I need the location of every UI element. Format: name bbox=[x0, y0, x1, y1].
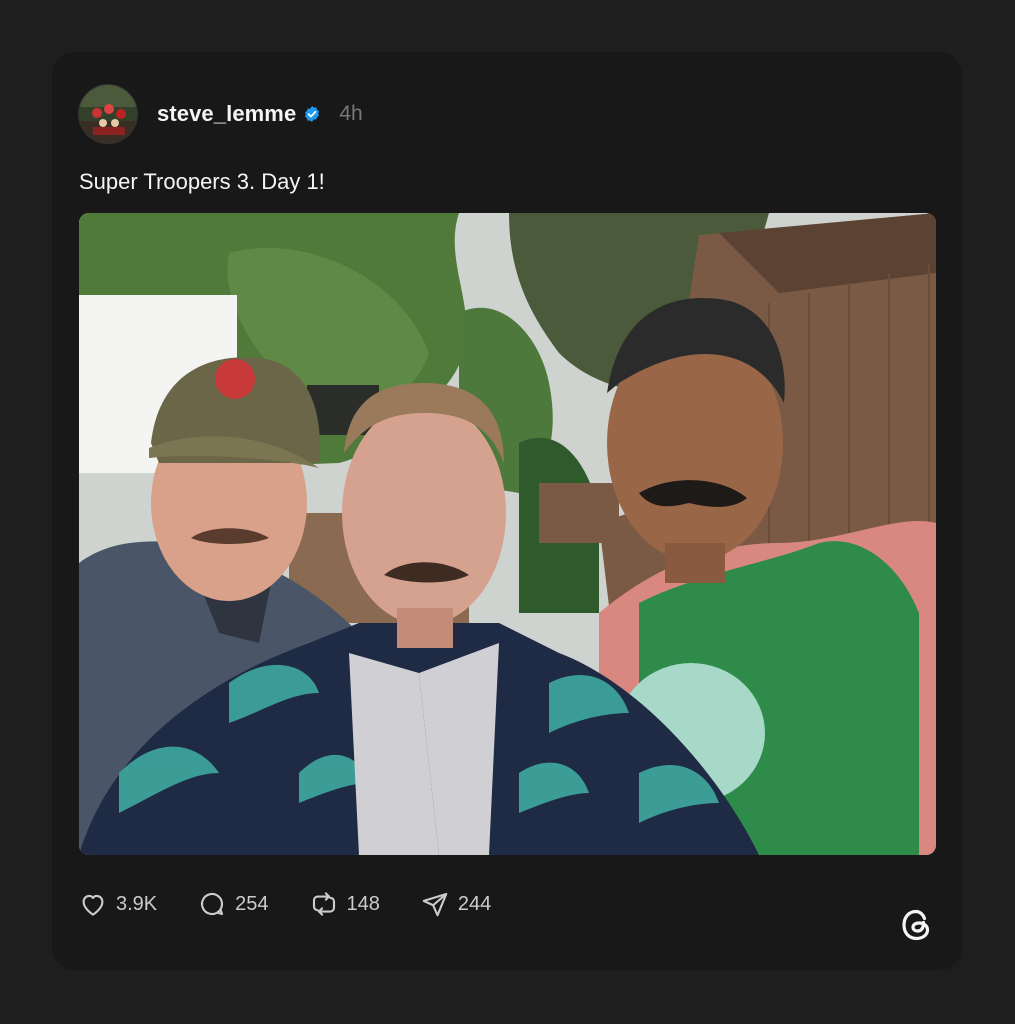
post-timestamp: 4h bbox=[339, 102, 363, 125]
like-count: 3.9K bbox=[116, 892, 158, 915]
repost-arrows-icon bbox=[312, 892, 335, 916]
repost-count: 148 bbox=[346, 892, 380, 915]
post-caption: Super Troopers 3. Day 1! bbox=[79, 169, 325, 194]
share-count: 244 bbox=[457, 892, 492, 915]
post-card: steve_lemme 4h Super Troopers 3. Day 1! bbox=[52, 52, 962, 970]
post-photo[interactable] bbox=[79, 213, 936, 855]
speech-bubble-icon bbox=[201, 893, 224, 916]
page: steve_lemme 4h Super Troopers 3. Day 1! bbox=[0, 0, 1015, 1024]
repost-button[interactable]: 148 bbox=[309, 889, 380, 919]
post-actions: 3.9K 254 148 244 bbox=[78, 888, 531, 920]
reply-button[interactable]: 254 bbox=[197, 889, 269, 919]
username[interactable]: steve_lemme bbox=[157, 101, 296, 127]
heart-icon bbox=[82, 894, 104, 916]
share-button[interactable]: 244 bbox=[420, 889, 491, 919]
post-header: steve_lemme 4h bbox=[78, 84, 363, 144]
avatar[interactable] bbox=[78, 84, 138, 144]
paper-plane-icon bbox=[422, 892, 448, 917]
like-button[interactable]: 3.9K bbox=[78, 889, 157, 919]
verified-badge-icon bbox=[303, 105, 321, 123]
threads-logo-icon bbox=[897, 905, 937, 945]
reply-count: 254 bbox=[235, 892, 269, 915]
